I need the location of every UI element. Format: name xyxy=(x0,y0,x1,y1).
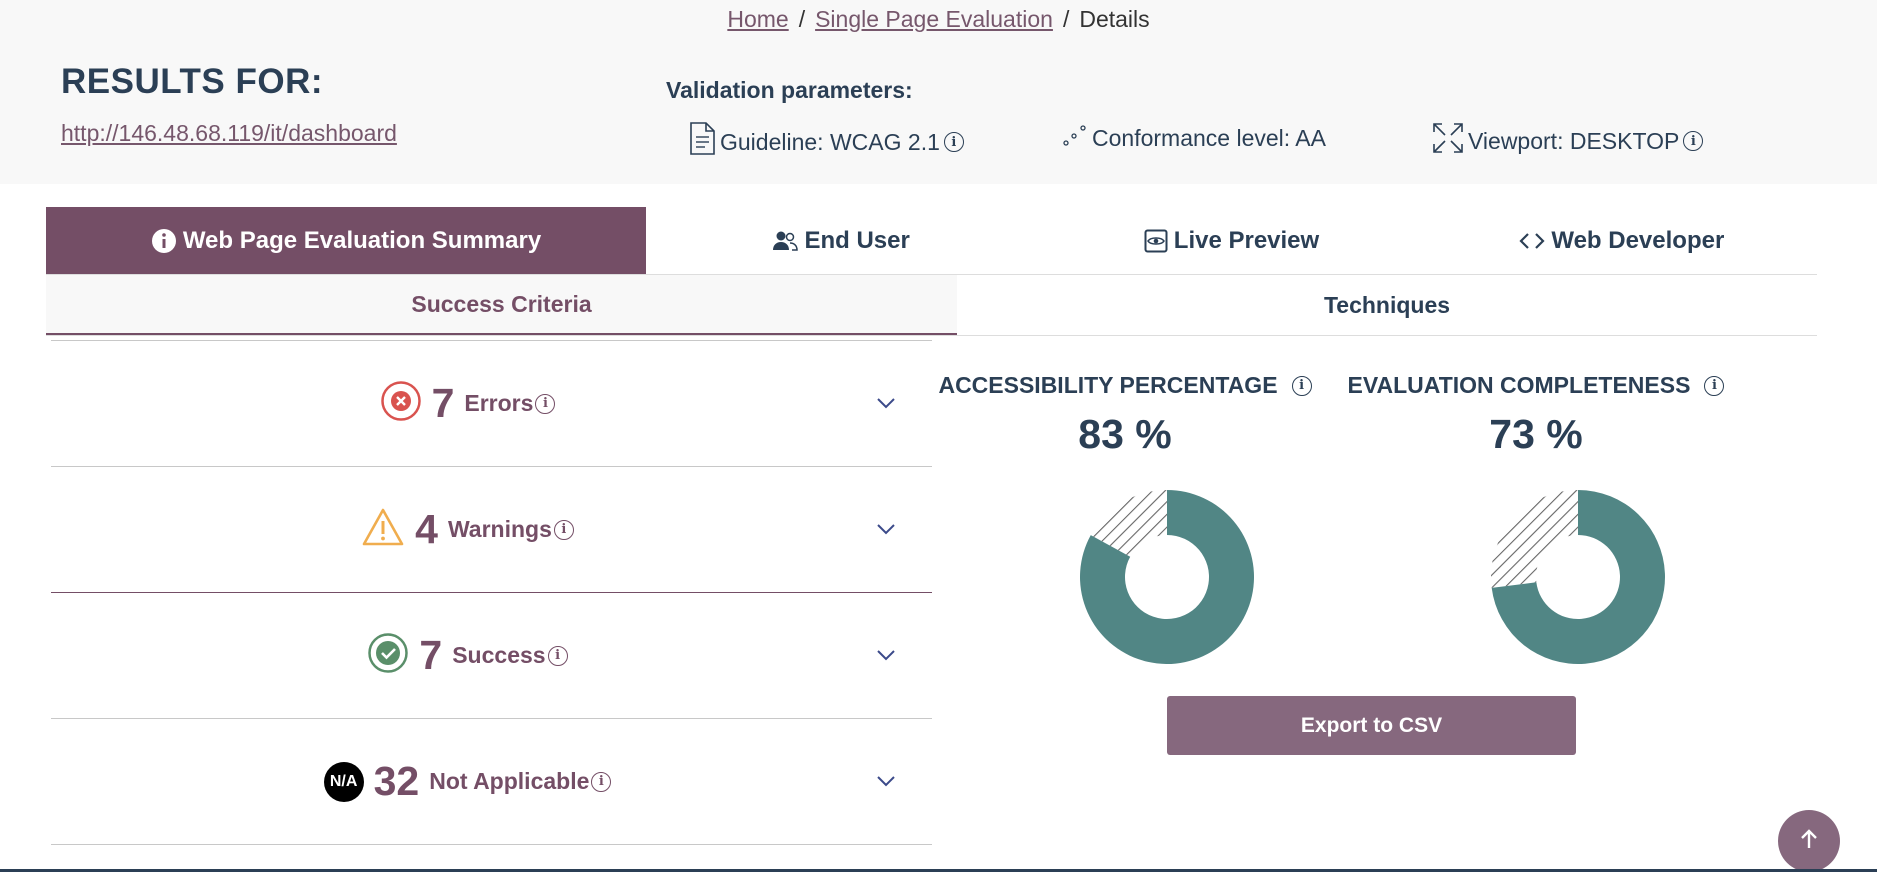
export-csv-button[interactable]: Export to CSV xyxy=(1167,696,1576,755)
success-info-icon[interactable]: i xyxy=(547,645,568,666)
warnings-count: 4 xyxy=(415,506,438,552)
breadcrumb-single-page-link[interactable]: Single Page Evaluation xyxy=(815,6,1053,32)
chevron-down-icon[interactable] xyxy=(876,522,896,541)
evaluation-completeness-metric: EVALUATION COMPLETENESS i 73 % xyxy=(1341,372,1731,458)
results-url-link[interactable]: http://146.48.68.119/it/dashboard xyxy=(61,120,397,147)
success-row[interactable]: 7 Success i xyxy=(51,593,932,719)
tab-success-criteria[interactable]: Success Criteria xyxy=(46,275,957,335)
tab-live-preview[interactable]: Live Preview xyxy=(1036,207,1426,274)
evaluation-completeness-title: EVALUATION COMPLETENESS xyxy=(1347,372,1691,398)
tab-label: Live Preview xyxy=(1173,226,1320,254)
not-applicable-row[interactable]: N/A 32 Not Applicable i xyxy=(51,719,932,845)
arrow-up-icon xyxy=(1797,827,1821,856)
results-title: RESULTS FOR: xyxy=(61,62,324,101)
params-title: Validation parameters: xyxy=(666,77,913,103)
users-icon xyxy=(772,230,799,252)
not-applicable-label: Not Applicable xyxy=(429,768,590,794)
main-tabs: Web Page Evaluation Summary End User Liv… xyxy=(46,207,1817,275)
tab-techniques[interactable]: Techniques xyxy=(957,275,1817,335)
results-list: 7 Errors i 4 Warnings i 7 Success i N/A … xyxy=(51,340,932,845)
chevron-down-icon[interactable] xyxy=(876,774,896,793)
completeness-info-icon[interactable]: i xyxy=(1704,375,1725,396)
tab-end-user[interactable]: End User xyxy=(646,207,1036,274)
accessibility-percentage-metric: ACCESSIBILITY PERCENTAGE i 83 % xyxy=(930,372,1320,458)
accessibility-percentage-title: ACCESSIBILITY PERCENTAGE xyxy=(938,372,1278,398)
expand-arrows-icon xyxy=(1432,122,1464,160)
chevron-down-icon[interactable] xyxy=(876,396,896,415)
tab-label: Web Developer xyxy=(1551,226,1725,254)
warnings-row[interactable]: 4 Warnings i xyxy=(51,467,932,593)
scroll-to-top-button[interactable] xyxy=(1778,810,1840,872)
sub-tabs: Success Criteria Techniques xyxy=(46,275,1817,336)
breadcrumb-separator: / xyxy=(1062,6,1070,32)
errors-count: 7 xyxy=(431,380,455,426)
errors-info-icon[interactable]: i xyxy=(535,393,556,414)
donut-remaining-slice xyxy=(1491,490,1578,588)
document-icon xyxy=(688,122,716,162)
warning-triangle-icon xyxy=(361,507,405,552)
scatter-dots-icon xyxy=(1062,122,1088,154)
viewport-text: Viewport: DESKTOP xyxy=(1468,127,1680,154)
info-icon xyxy=(151,228,177,254)
eye-icon xyxy=(1144,229,1168,253)
guideline-info-icon[interactable]: i xyxy=(943,132,964,152)
chevron-down-icon[interactable] xyxy=(876,648,896,667)
param-viewport: Viewport: DESKTOP i xyxy=(1432,122,1704,160)
tab-web-developer[interactable]: Web Developer xyxy=(1427,207,1817,274)
tab-web-page-evaluation-summary[interactable]: Web Page Evaluation Summary xyxy=(46,207,646,274)
success-check-icon xyxy=(367,632,409,679)
error-x-icon xyxy=(380,380,422,427)
viewport-info-icon[interactable]: i xyxy=(1683,131,1704,151)
not-applicable-count: 32 xyxy=(373,758,420,804)
breadcrumb-home-link[interactable]: Home xyxy=(727,6,788,32)
code-icon xyxy=(1519,230,1545,252)
completeness-donut-chart xyxy=(1491,490,1665,664)
evaluation-completeness-value: 73 % xyxy=(1489,411,1583,457)
errors-row[interactable]: 7 Errors i xyxy=(51,340,932,467)
warnings-info-icon[interactable]: i xyxy=(553,519,574,540)
breadcrumb-current: Details xyxy=(1079,6,1150,32)
na-icon: N/A xyxy=(323,761,364,802)
param-conformance: Conformance level: AA xyxy=(1062,122,1326,154)
tab-label: Web Page Evaluation Summary xyxy=(182,226,542,254)
breadcrumb-separator: / xyxy=(798,6,806,32)
tab-label: End User xyxy=(804,226,910,254)
guideline-text: Guideline: WCAG 2.1 xyxy=(720,128,940,155)
success-count: 7 xyxy=(419,632,443,678)
breadcrumb: Home / Single Page Evaluation / Details xyxy=(0,6,1877,33)
accessibility-percentage-value: 83 % xyxy=(1078,411,1172,457)
accessibility-info-icon[interactable]: i xyxy=(1291,375,1312,396)
warnings-label: Warnings xyxy=(447,516,552,542)
accessibility-donut-chart xyxy=(1080,490,1254,664)
errors-label: Errors xyxy=(464,390,534,416)
param-guideline: Guideline: WCAG 2.1 i xyxy=(688,122,964,162)
not-applicable-info-icon[interactable]: i xyxy=(591,771,612,792)
success-label: Success xyxy=(452,642,546,668)
conformance-text: Conformance level: AA xyxy=(1092,124,1326,151)
